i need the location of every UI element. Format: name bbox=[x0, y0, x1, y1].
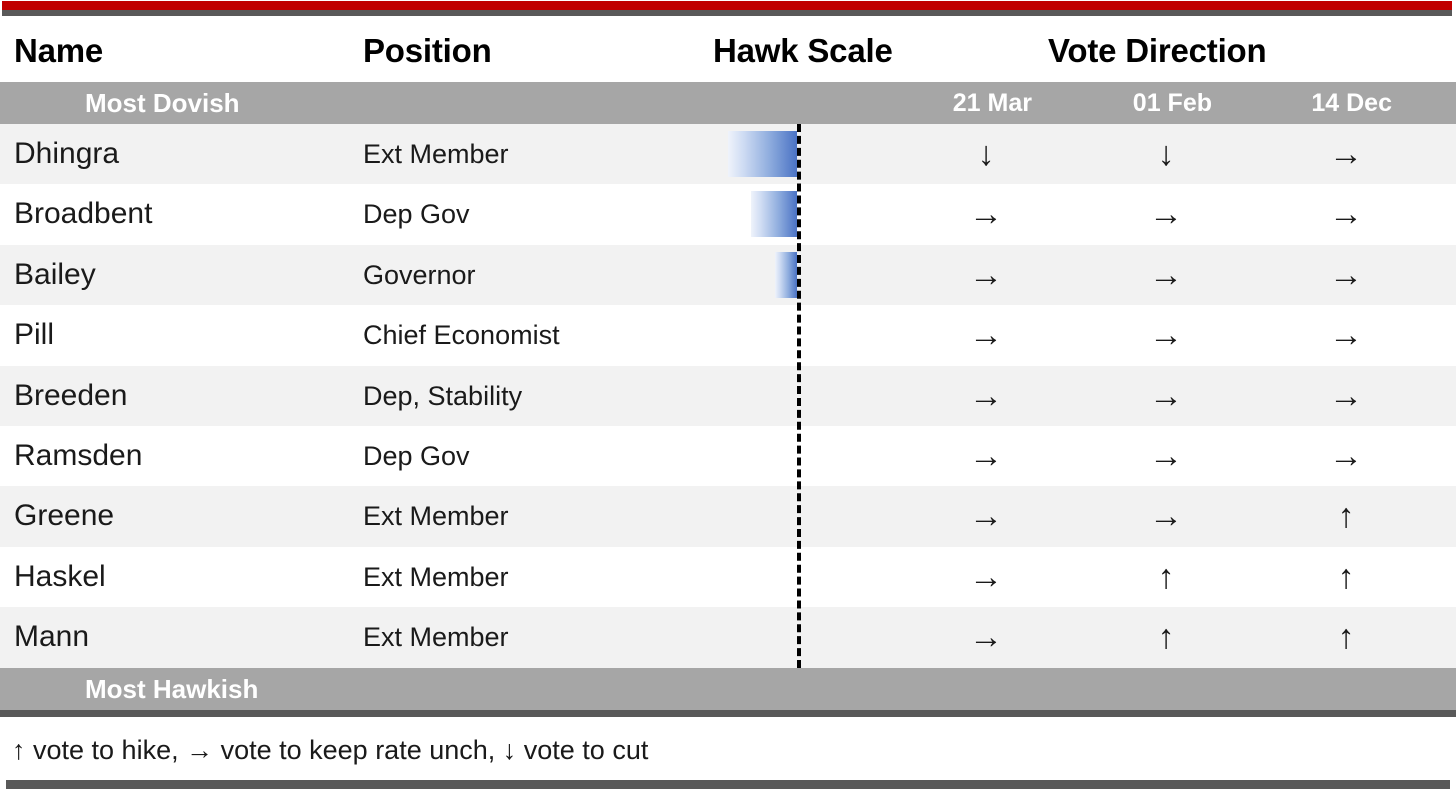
hawk-scale-cell bbox=[640, 184, 920, 244]
hawk-scale-cell bbox=[640, 124, 920, 184]
hawk-scale-table: Name Position Hawk Scale Vote Direction … bbox=[0, 0, 1456, 800]
vote-direction-group: → → → bbox=[896, 245, 1456, 305]
vote-arrow-icon: ↑ bbox=[1157, 557, 1175, 596]
vote-direction-group: → → ↑ bbox=[896, 486, 1456, 546]
vote-arrow-icon: → bbox=[1149, 376, 1183, 415]
vote-direction-group: → → → bbox=[896, 426, 1456, 486]
vote-arrow-icon: → bbox=[1149, 255, 1183, 294]
vote-arrow-icon: → bbox=[1149, 316, 1183, 355]
vote-arrow-icon: ↑ bbox=[1157, 618, 1175, 657]
band-most-dovish: Most Dovish 21 Mar 01 Feb 14 Dec bbox=[0, 82, 1456, 124]
vote-arrow-icon: → bbox=[1329, 135, 1363, 173]
vote-direction-group: → ↑ ↑ bbox=[896, 547, 1456, 607]
table-row: Dhingra Ext Member ↓ ↓ → bbox=[0, 124, 1456, 185]
table-row: Ramsden Dep Gov → → → bbox=[0, 425, 1456, 487]
cell-member-name: Breeden bbox=[14, 378, 128, 412]
cell-member-position: Ext Member bbox=[363, 561, 509, 592]
footer-rule-bottom bbox=[6, 780, 1450, 789]
hawk-scale-bar-hawk bbox=[799, 614, 848, 660]
vote-arrow-icon: ↑ bbox=[1337, 497, 1355, 536]
hawk-scale-bar-dove bbox=[728, 131, 797, 177]
cell-member-position: Dep, Stability bbox=[363, 380, 523, 411]
column-header-name: Name bbox=[14, 32, 104, 69]
hawk-scale-cell bbox=[640, 547, 920, 607]
vote-date-0: 21 Mar bbox=[952, 89, 1032, 117]
hawk-scale-cell bbox=[640, 305, 920, 365]
vote-arrow-icon: → bbox=[1149, 497, 1183, 536]
cell-member-name: Haskel bbox=[14, 559, 106, 593]
footer-rule-top bbox=[0, 710, 1456, 717]
cell-member-position: Ext Member bbox=[363, 139, 509, 169]
vote-arrow-icon: ↓ bbox=[977, 135, 995, 173]
column-header-position: Position bbox=[363, 32, 492, 69]
cell-member-name: Pill bbox=[14, 318, 55, 352]
top-accent-bar-gray bbox=[2, 10, 1452, 16]
column-header-row: Name Position Hawk Scale Vote Direction bbox=[0, 18, 1456, 80]
cell-member-position: Dep Gov bbox=[363, 440, 470, 471]
column-header-vote-direction: Vote Direction bbox=[1048, 32, 1267, 69]
vote-arrow-icon: → bbox=[969, 436, 1003, 475]
cell-member-name: Greene bbox=[14, 499, 115, 533]
vote-arrow-icon: → bbox=[1149, 195, 1183, 234]
hawk-scale-cell bbox=[640, 366, 920, 426]
table-row: Haskel Ext Member → ↑ ↑ bbox=[0, 546, 1456, 608]
band-label-most-hawkish: Most Hawkish bbox=[85, 674, 259, 704]
vote-arrow-icon: → bbox=[969, 497, 1003, 536]
table-row: Bailey Governor → → → bbox=[0, 244, 1456, 306]
cell-member-name: Ramsden bbox=[14, 438, 143, 472]
vote-arrow-icon: → bbox=[969, 255, 1003, 294]
cell-member-position: Ext Member bbox=[363, 501, 509, 532]
vote-date-1: 01 Feb bbox=[1132, 89, 1212, 117]
vote-arrow-icon: → bbox=[1329, 316, 1363, 355]
vote-direction-group: → → → bbox=[896, 366, 1456, 426]
vote-arrow-icon: → bbox=[969, 316, 1003, 355]
vote-arrow-icon: → bbox=[969, 557, 1003, 596]
table-row: Mann Ext Member → ↑ ↑ bbox=[0, 607, 1456, 668]
table-row: Breeden Dep, Stability → → → bbox=[0, 365, 1456, 426]
hawk-scale-cell bbox=[640, 607, 920, 667]
cell-member-position: Dep Gov bbox=[363, 199, 470, 230]
vote-arrow-icon: → bbox=[1329, 376, 1363, 415]
vote-arrow-icon: → bbox=[969, 195, 1003, 234]
hawk-scale-bar-hawk bbox=[799, 493, 836, 539]
table-row: Pill Chief Economist → → → bbox=[0, 305, 1456, 366]
table-row: Greene Ext Member → → ↑ bbox=[0, 486, 1456, 547]
vote-arrow-icon: → bbox=[969, 376, 1003, 415]
column-header-hawk-scale: Hawk Scale bbox=[713, 32, 893, 69]
vote-arrow-icon: → bbox=[1329, 436, 1363, 475]
vote-direction-group: → ↑ ↑ bbox=[896, 607, 1456, 667]
vote-arrow-icon: → bbox=[1329, 195, 1363, 234]
band-most-hawkish: Most Hawkish bbox=[0, 668, 1456, 710]
table-body: Dhingra Ext Member ↓ ↓ → Broadbent Dep Gov → → → B… bbox=[0, 124, 1456, 668]
hawk-scale-bar-dove bbox=[775, 251, 797, 298]
hawk-scale-bar-dove bbox=[751, 191, 797, 238]
hawk-scale-zero-axis bbox=[797, 124, 801, 668]
cell-member-position: Chief Economist bbox=[363, 320, 560, 351]
vote-direction-group: ↓ ↓ → bbox=[896, 124, 1456, 184]
vote-arrow-icon: ↓ bbox=[1157, 135, 1175, 173]
cell-member-name: Dhingra bbox=[14, 137, 120, 170]
cell-member-position: Ext Member bbox=[363, 622, 509, 653]
cell-member-position: Governor bbox=[363, 259, 476, 290]
hawk-scale-cell bbox=[640, 486, 920, 546]
vote-arrow-icon: ↑ bbox=[1337, 557, 1355, 596]
table-row: Broadbent Dep Gov → → → bbox=[0, 184, 1456, 245]
vote-arrow-icon: → bbox=[1149, 436, 1183, 475]
vote-arrow-icon: → bbox=[969, 618, 1003, 657]
vote-direction-group: → → → bbox=[896, 184, 1456, 244]
top-accent-bar-red bbox=[2, 1, 1452, 10]
hawk-scale-bar-hawk bbox=[799, 554, 846, 600]
vote-date-header-group: 21 Mar 01 Feb 14 Dec bbox=[896, 89, 1456, 119]
vote-arrow-icon: ↑ bbox=[1337, 618, 1355, 657]
vote-date-2: 14 Dec bbox=[1311, 89, 1392, 117]
vote-arrow-icon: → bbox=[1329, 255, 1363, 294]
vote-direction-group: → → → bbox=[896, 305, 1456, 365]
footnote-legend: ↑ vote to hike, → vote to keep rate unch… bbox=[12, 735, 649, 765]
cell-member-name: Bailey bbox=[14, 257, 96, 291]
cell-member-name: Broadbent bbox=[14, 197, 153, 231]
band-label-most-dovish: Most Dovish bbox=[85, 88, 240, 118]
hawk-scale-cell bbox=[640, 426, 920, 486]
hawk-scale-cell bbox=[640, 245, 920, 305]
cell-member-name: Mann bbox=[14, 620, 90, 654]
